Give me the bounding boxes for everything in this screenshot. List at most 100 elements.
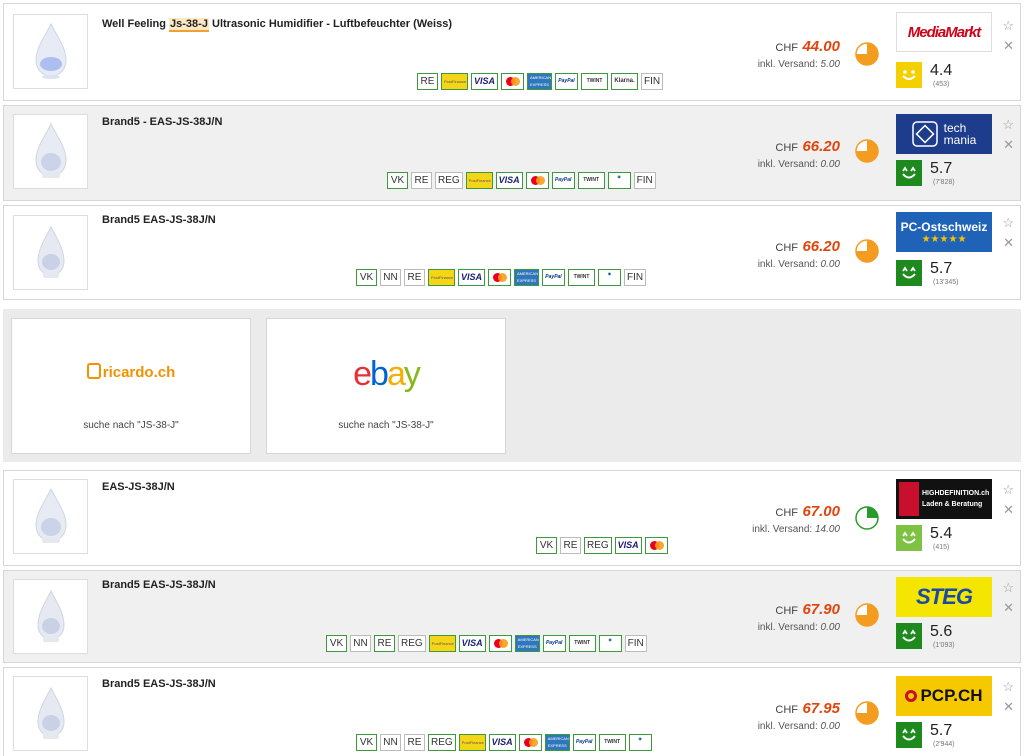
product-image[interactable] (13, 14, 88, 89)
pcp-logo-icon (905, 690, 918, 702)
shop-logo[interactable]: MediaMarkt (896, 12, 992, 52)
shipping-value: 0.00 (820, 622, 840, 633)
close-icon[interactable]: ✕ (1003, 39, 1014, 53)
smiley-icon (896, 623, 922, 649)
badge-dinersclub: ◉ (598, 635, 622, 652)
shop-logo[interactable]: tech mania (896, 114, 992, 154)
shipping: inkl. Versand: 0.00 (757, 721, 840, 732)
shipping-value: 0.00 (820, 721, 840, 732)
shop-rating[interactable]: 4.4 (453) (896, 62, 980, 92)
product-image[interactable] (13, 215, 88, 290)
payment-badges: VK NN RE PostFinance VISA AMERICAN EXPRE… (356, 269, 647, 286)
badge-visa: VISA (458, 269, 485, 286)
smiley-icon (896, 722, 922, 748)
ebay-card[interactable]: ebay suche nach "JS-38-J" (266, 318, 506, 454)
badge-postfinance: PostFinance (465, 172, 493, 189)
rating-count: (2'944) (933, 741, 955, 748)
shop-rating[interactable]: 5.7 (2'944) (896, 722, 980, 752)
payment-badges: VK RE REG PostFinance VISA PayPal TWINT … (387, 172, 656, 189)
smiley-icon (896, 160, 922, 186)
rating-count: (453) (933, 81, 950, 88)
shop-rating[interactable]: 5.6 (1'093) (896, 623, 980, 653)
hd-logo-badge (899, 482, 919, 516)
shipping-value: 0.00 (820, 259, 840, 270)
badge-visa: VISA (614, 537, 642, 554)
badge-nn: NN (350, 635, 371, 652)
availability-pie-icon (855, 701, 879, 725)
shipping: inkl. Versand: 5.00 (757, 59, 840, 70)
ricardo-card[interactable]: ricardo.ch suche nach "JS-38-J" (11, 318, 251, 454)
badge-re: RE (560, 537, 581, 554)
humidifier-image (34, 22, 67, 79)
close-icon[interactable]: ✕ (1003, 503, 1014, 517)
badge-fin: FIN (624, 635, 647, 652)
ricardo-search-text: suche nach "JS-38-J" (83, 420, 179, 431)
product-title[interactable]: Well Feeling Js-38-J Ultrasonic Humidifi… (102, 18, 452, 32)
price-block[interactable]: CHF 66.20 inkl. Versand: 0.00 (758, 238, 840, 270)
shop-rating[interactable]: 5.7 (13'345) (896, 260, 980, 290)
product-title[interactable]: Brand5 - EAS-JS-38J/N (102, 116, 222, 128)
close-icon[interactable]: ✕ (1003, 236, 1014, 250)
shipping-value: 0.00 (820, 159, 840, 170)
product-title[interactable]: Brand5 EAS-JS-38J/N (102, 678, 216, 690)
price-block[interactable]: CHF 66.20 inkl. Versand: 0.00 (758, 138, 840, 170)
rating-count: (1'093) (933, 642, 955, 649)
smiley-icon (896, 525, 922, 551)
shop-logo[interactable]: PC-Ostschweiz ★★★★★ (896, 212, 992, 252)
offer-row[interactable]: Well Feeling Js-38-J Ultrasonic Humidifi… (3, 3, 1021, 101)
smiley-icon (896, 260, 922, 286)
badge-twint: TWINT (581, 73, 608, 90)
currency: CHF (775, 704, 798, 716)
humidifier-image (34, 122, 67, 178)
badge-mastercard (488, 269, 511, 286)
availability-pie-icon (855, 506, 879, 530)
rating-count: (7'828) (933, 179, 955, 186)
offer-row[interactable]: EAS-JS-38J/N VK RE REG VISA CHF 67.00 in… (3, 470, 1021, 566)
badge-nn: NN (380, 269, 401, 286)
badge-postfinance: PostFinance (428, 269, 455, 286)
product-title[interactable]: Brand5 EAS-JS-38J/N (102, 579, 216, 591)
badge-vk: VK (356, 734, 377, 751)
close-icon[interactable]: ✕ (1003, 601, 1014, 615)
product-image[interactable] (13, 676, 88, 751)
badge-paypal: PayPal (551, 172, 575, 189)
shop-stars: ★★★★★ (921, 233, 967, 245)
shop-rating[interactable]: 5.4 (415) (896, 525, 980, 555)
shop-logo[interactable]: PCP.CH (896, 676, 992, 716)
product-title[interactable]: Brand5 EAS-JS-38J/N (102, 214, 216, 226)
close-icon[interactable]: ✕ (1003, 138, 1014, 152)
price-block[interactable]: CHF 67.90 inkl. Versand: 0.00 (758, 601, 840, 633)
product-image[interactable] (13, 479, 88, 554)
badge-re: RE (404, 734, 425, 751)
favorite-icon[interactable]: ☆ (1002, 483, 1014, 497)
shop-rating[interactable]: 5.7 (7'828) (896, 160, 980, 190)
offer-row[interactable]: Brand5 EAS-JS-38J/N VK NN RE PostFinance… (3, 205, 1021, 300)
product-image[interactable] (13, 579, 88, 654)
badge-fin: FIN (633, 172, 656, 189)
favorite-icon[interactable]: ☆ (1002, 19, 1014, 33)
shop-logo[interactable]: HIGHDEFINITION.ch Laden & Beratung (896, 479, 992, 519)
product-title[interactable]: EAS-JS-38J/N (102, 481, 175, 493)
badge-visa: VISA (495, 172, 523, 189)
price: 66.20 (802, 238, 840, 255)
favorite-icon[interactable]: ☆ (1002, 216, 1014, 230)
price-block[interactable]: CHF 44.00 inkl. Versand: 5.00 (758, 38, 840, 70)
shop-logo[interactable]: STEG (896, 577, 992, 617)
badge-paypal: PayPal (542, 269, 565, 286)
badge-paypal: PayPal (555, 73, 578, 90)
offer-row[interactable]: Brand5 - EAS-JS-38J/N VK RE REG PostFina… (3, 105, 1021, 201)
favorite-icon[interactable]: ☆ (1002, 118, 1014, 132)
price-block[interactable]: CHF 67.00 inkl. Versand: 14.00 (752, 503, 840, 535)
badge-vk: VK (326, 635, 347, 652)
badge-visa: VISA (488, 734, 516, 751)
price-block[interactable]: CHF 67.95 inkl. Versand: 0.00 (758, 700, 840, 732)
offer-row[interactable]: Brand5 EAS-JS-38J/N VK NN RE REG PostFin… (3, 667, 1021, 756)
rating-score: 5.6 (930, 623, 953, 640)
product-image[interactable] (13, 114, 88, 189)
offer-row[interactable]: Brand5 EAS-JS-38J/N VK NN RE REG PostFin… (3, 570, 1021, 663)
humidifier-image (36, 225, 65, 278)
availability-pie-icon (855, 603, 879, 627)
close-icon[interactable]: ✕ (1003, 700, 1014, 714)
favorite-icon[interactable]: ☆ (1002, 680, 1014, 694)
favorite-icon[interactable]: ☆ (1002, 581, 1014, 595)
